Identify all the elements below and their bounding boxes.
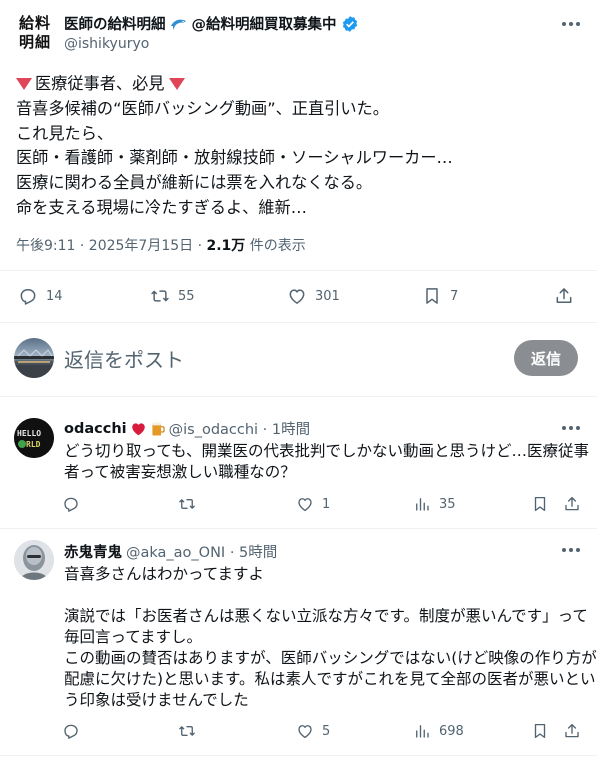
views-button[interactable]: 35 (413, 495, 456, 513)
reply-icon (64, 497, 78, 512)
like-icon (298, 725, 312, 739)
post-reply-button[interactable]: 返信 (514, 340, 578, 376)
more-icon[interactable] (559, 540, 583, 560)
like-count: 1 (322, 496, 331, 512)
share-icon (556, 288, 572, 303)
display-name-suffix: @給料明細買取募集中 (191, 17, 337, 33)
tweet-line: 医療に関わる全員が維新には票を入れなくなる。 (16, 173, 373, 193)
reply-handle-time: @aka_ao_ONI · 5時間 (126, 545, 278, 561)
reply-author-avatar[interactable]: HELLO RLD (14, 418, 54, 458)
views-label: 件の表示 (245, 238, 306, 254)
like-button[interactable]: 1 (296, 495, 330, 513)
reply-line: どう切り取っても、開業医の代表批判でしかない動画と思うけど…医療従事 (64, 442, 589, 460)
retweet-count: 55 (178, 288, 195, 304)
share-button[interactable] (563, 495, 581, 513)
share-button[interactable] (563, 722, 581, 740)
triangle-icon (168, 77, 185, 90)
reply-line: 配慮に欠けた)と思います。私は素人ですがこれを見て全部の医者が悪いとい (64, 670, 596, 688)
reply-text: 音喜多さんはわかってますよ 演説では「お医者さんは悪くない立派な方々です。制度が… (64, 564, 597, 711)
reply-line (64, 585, 584, 606)
bookmark-count: 7 (450, 288, 459, 304)
reply-input[interactable]: 返信をポスト (64, 344, 184, 373)
verified-icon (341, 15, 359, 33)
like-count: 5 (322, 723, 331, 739)
reply-line: う印象は受けませんでした (64, 691, 249, 709)
author-name[interactable]: 医師の給料明細 @給料明細買取募集中 (64, 13, 359, 34)
reply-icon (64, 724, 78, 739)
retweet-button[interactable] (178, 495, 204, 513)
like-count: 301 (315, 288, 340, 304)
reply-handle-time: @is_odacchi · 1時間 (168, 422, 311, 438)
tweet-line: 医療従事者、必見 (35, 74, 165, 93)
avatar-text-top: 給料 (18, 14, 51, 32)
tweet-line: これ見たら、 (16, 123, 114, 143)
share-icon (565, 723, 579, 738)
bookmark-icon (426, 288, 438, 304)
author-avatar[interactable]: 給料 明細 (14, 14, 56, 56)
views-button[interactable]: 698 (413, 722, 464, 740)
reply-button[interactable] (62, 495, 88, 513)
triangle-icon (16, 77, 32, 90)
more-icon[interactable] (559, 418, 583, 438)
tweet-text: 医療従事者、必見 音喜多候補の“医師バッシング動画”、正直引いた。 これ見たら、… (16, 72, 606, 221)
retweet-icon (179, 725, 195, 737)
reply-line: この動画の賛否はありますが、医師バッシングではない(けど映像の作り方が (64, 649, 597, 667)
divider (0, 322, 597, 323)
avatar-text-top: HELLO (17, 429, 41, 438)
like-icon (289, 289, 305, 304)
bookmark-button[interactable] (531, 495, 549, 513)
reply-button[interactable]: 14 (18, 286, 63, 306)
reply-author-avatar[interactable] (14, 540, 54, 580)
display-name: 医師の給料明細 (64, 17, 166, 33)
bookmark-button[interactable] (531, 722, 549, 740)
reply-line: 者って被害妄想激しい職種なの？ (64, 463, 296, 481)
retweet-button[interactable]: 55 (150, 286, 195, 306)
tweet-line: 医師・看護師・薬剤師・放射線技師・ソーシャルワーカー… (16, 148, 453, 168)
share-icon (565, 496, 579, 511)
tweet-time[interactable]: 午後9:11 · 2025年7月15日 · (16, 238, 207, 254)
avatar-text-bottom: 明細 (18, 33, 51, 51)
bookmark-icon (534, 723, 546, 739)
like-icon (298, 498, 312, 512)
reply-text: どう切り取っても、開業医の代表批判でしかない動画と思うけど…医療従事 者って被害… (64, 441, 589, 483)
retweet-icon (179, 498, 195, 510)
beer-emoji-icon (150, 421, 165, 437)
reply-author[interactable]: odacchi @is_odacchi · 1時間 (64, 418, 310, 439)
share-button[interactable] (554, 286, 574, 306)
reply-display-name: odacchi (64, 420, 127, 437)
more-icon[interactable] (559, 14, 583, 34)
reply-count: 14 (46, 288, 63, 304)
heart-emoji-icon (131, 422, 146, 436)
bookmark-button[interactable]: 7 (422, 286, 458, 306)
reply-icon (20, 289, 36, 305)
reply-display-name: 赤鬼青鬼 (64, 545, 122, 561)
retweet-button[interactable] (178, 722, 204, 740)
current-user-avatar[interactable] (14, 338, 54, 378)
reply-line: 毎回言ってますし。 (64, 628, 202, 646)
reply-button[interactable] (62, 722, 88, 740)
divider (0, 396, 597, 397)
tweet-line: 音喜多候補の“医師バッシング動画”、正直引いた。 (16, 98, 389, 118)
divider (0, 528, 597, 529)
divider (0, 270, 597, 271)
views-count: 698 (439, 723, 464, 739)
avatar-text-bottom: RLD (26, 440, 41, 449)
views-icon (416, 498, 429, 511)
like-button[interactable]: 5 (296, 722, 330, 740)
reply-line: 音喜多さんはわかってますよ (64, 565, 264, 583)
views-count: 35 (439, 496, 456, 512)
views-count: 2.1万 (206, 238, 246, 254)
author-handle[interactable]: @ishikyuryo (64, 36, 149, 52)
reply-line: 演説では「お医者さんは悪くない立派な方々です。制度が悪いんです」って (64, 607, 588, 625)
bookmark-icon (534, 496, 546, 512)
tweet-meta: 午後9:11 · 2025年7月15日 · 2.1万 件の表示 (16, 235, 306, 255)
tweet-line: 命を支える現場に冷たすぎるよ、維新… (16, 197, 307, 217)
retweet-icon (151, 290, 169, 302)
views-icon (416, 725, 429, 738)
divider (0, 755, 597, 756)
reply-author[interactable]: 赤鬼青鬼 @aka_ao_ONI · 5時間 (64, 541, 277, 562)
dolphin-icon (170, 17, 188, 31)
like-button[interactable]: 301 (287, 286, 340, 306)
